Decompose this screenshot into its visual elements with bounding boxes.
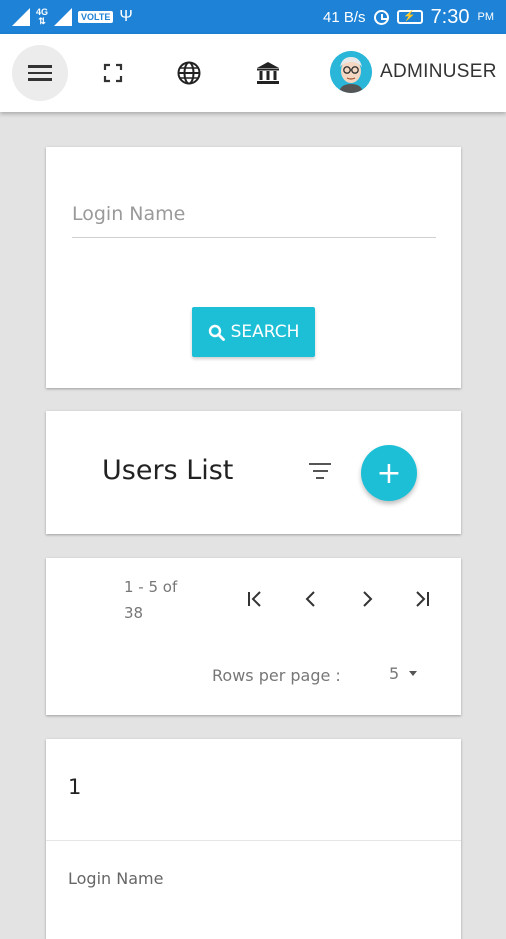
username: ADMINUSER — [380, 61, 497, 82]
alarm-icon — [373, 9, 389, 25]
network-type: 4G ⇅ — [36, 7, 49, 26]
status-bar: 4G ⇅ VOLTE Ψ 41 B/s ⚡ 7:30 PM — [0, 0, 506, 34]
bank-icon[interactable] — [252, 57, 284, 89]
users-list-card: Users List + — [46, 411, 461, 534]
user-menu[interactable]: ADMINUSER — [330, 51, 497, 93]
battery-charging-icon: ⚡ — [396, 10, 423, 24]
clock-time: 7:30 — [430, 5, 470, 28]
chevron-right-icon — [363, 591, 373, 607]
menu-icon-line — [28, 71, 52, 75]
search-card: Login Name SEARCH — [46, 147, 461, 388]
next-page-button[interactable] — [352, 584, 382, 614]
usb-icon: Ψ — [119, 8, 133, 25]
search-button[interactable]: SEARCH — [192, 307, 315, 357]
rows-per-page-label: Rows per page : — [212, 666, 341, 685]
menu-button[interactable] — [12, 45, 68, 101]
first-page-button[interactable] — [240, 584, 270, 614]
search-button-label: SEARCH — [230, 322, 300, 342]
avatar — [330, 51, 372, 93]
last-page-button[interactable] — [407, 584, 437, 614]
list-item[interactable]: 1 Login Name — [46, 739, 461, 939]
rows-per-page-select[interactable]: 5 — [389, 664, 418, 683]
menu-icon-line — [28, 65, 52, 68]
search-icon — [208, 324, 225, 341]
network-speed: 41 B/s — [323, 8, 366, 26]
filter-icon[interactable] — [308, 463, 332, 483]
pagination-card: 1 - 5 of 38 Rows per page : 5 — [46, 558, 461, 715]
row-index: 1 — [68, 775, 82, 799]
divider — [46, 840, 461, 841]
add-user-button[interactable]: + — [361, 445, 417, 501]
signal-icon — [12, 8, 30, 26]
globe-icon[interactable] — [173, 57, 205, 89]
rows-per-page-value: 5 — [389, 664, 400, 683]
menu-icon-line — [28, 78, 52, 81]
pagination-range: 1 - 5 of 38 — [124, 578, 178, 622]
login-name-input[interactable]: Login Name — [72, 203, 185, 225]
app-toolbar: ADMINUSER — [0, 34, 506, 112]
field-label: Login Name — [68, 869, 164, 888]
clock-ampm: PM — [477, 11, 495, 23]
fullscreen-icon[interactable] — [97, 57, 129, 89]
caret-down-icon — [409, 671, 418, 676]
input-underline — [72, 237, 436, 238]
first-page-icon — [248, 591, 261, 607]
plus-icon: + — [376, 455, 402, 491]
signal-icon-2 — [54, 8, 73, 26]
volte-badge: VOLTE — [78, 11, 114, 23]
last-page-icon — [416, 591, 429, 607]
users-list-title: Users List — [102, 455, 234, 486]
chevron-left-icon — [305, 591, 315, 607]
previous-page-button[interactable] — [296, 584, 326, 614]
